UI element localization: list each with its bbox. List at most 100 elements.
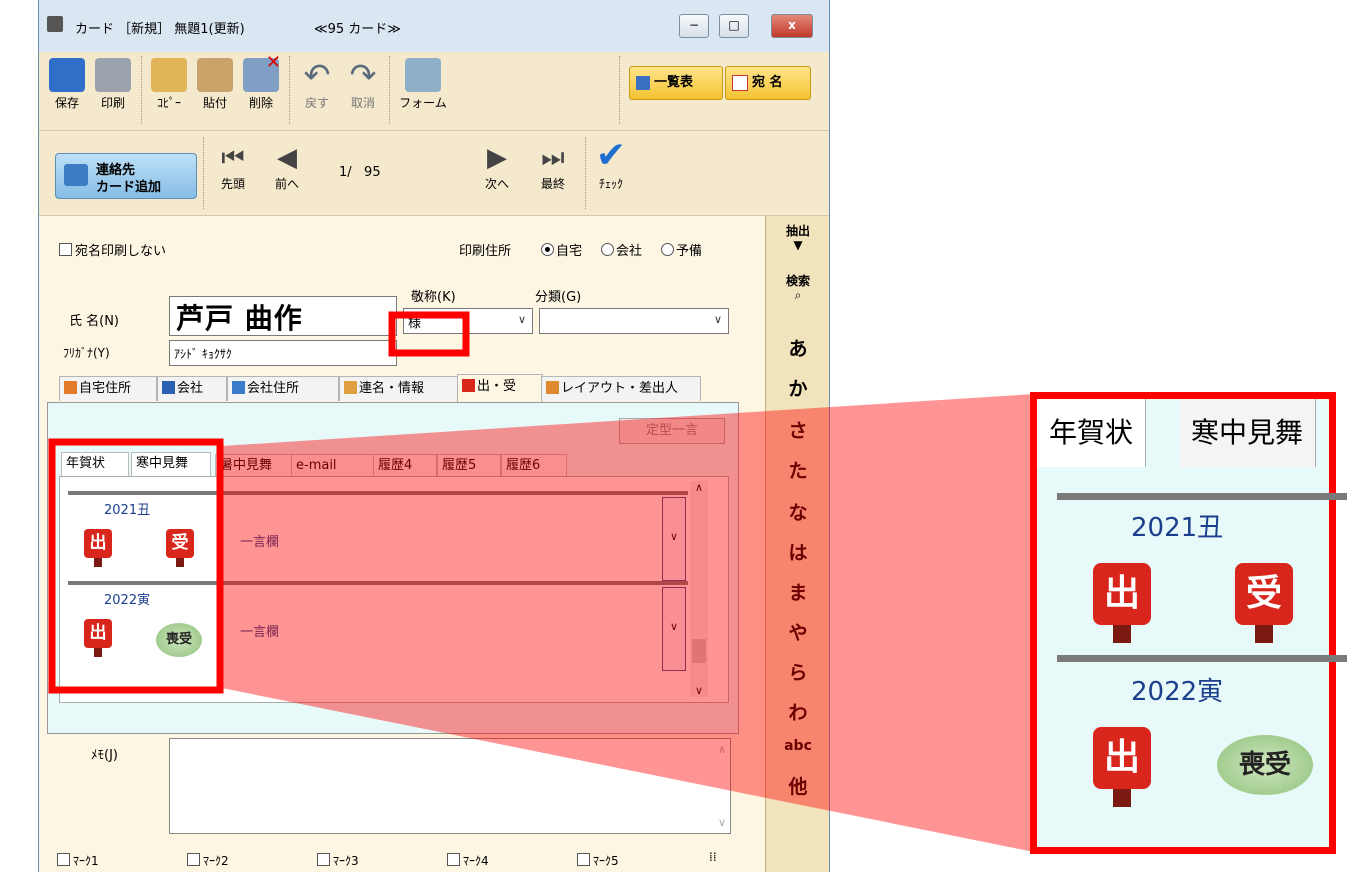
toolbar-separator (289, 56, 290, 124)
print-button[interactable]: 印刷 (91, 56, 135, 126)
add-contact-card-button[interactable]: 連絡先 カード追加 (55, 153, 197, 199)
mark-label: ﾏｰｸ3 (333, 854, 359, 868)
kana-ma[interactable]: ま (766, 578, 829, 605)
no-print-label: 宛名印刷しない (75, 244, 167, 259)
tab-layout-sender[interactable]: レイアウト・差出人 (541, 376, 701, 401)
furigana-field[interactable]: ｱｼﾄﾞ ｷｮｸｻｸ (169, 340, 397, 366)
note-field[interactable]: 一言欄 (240, 621, 279, 640)
subtab-winter-greeting[interactable]: 寒中見舞 (131, 452, 211, 478)
mark-label: ﾏｰｸ1 (73, 854, 99, 868)
postbox-stand (176, 558, 184, 567)
mark-3-checkbox[interactable]: ﾏｰｸ3 (317, 852, 359, 869)
undo-label: 戻す (304, 96, 329, 110)
subtab-history-6[interactable]: 履歴6 (501, 454, 567, 477)
delete-button[interactable]: ✕ 削除 (239, 52, 283, 126)
subtab-history-4[interactable]: 履歴4 (373, 454, 437, 477)
maximize-button[interactable]: □ (719, 14, 749, 38)
template-phrase-button[interactable]: 定型一言 (619, 418, 725, 444)
mark-4-checkbox[interactable]: ﾏｰｸ4 (447, 852, 489, 869)
tab-joint-info[interactable]: 連名・情報 (339, 376, 459, 401)
mourning-received-icon[interactable]: 喪受 (156, 623, 202, 657)
address-view-button[interactable]: 宛 名 (725, 66, 811, 100)
subtab-email[interactable]: e-mail (291, 454, 375, 477)
kana-ha[interactable]: は (766, 538, 829, 565)
close-button[interactable]: x (771, 14, 813, 38)
save-button[interactable]: 保存 (45, 56, 89, 126)
honorific-select[interactable]: 様 ∨ (403, 308, 533, 334)
kana-na[interactable]: な (766, 498, 829, 525)
tab-company[interactable]: 会社 (157, 376, 227, 401)
zoom-row-separator (1057, 493, 1347, 500)
memo-field[interactable]: ∧ ∨ (169, 738, 731, 834)
check-button[interactable]: ✔ ﾁｪｯｸ (589, 137, 633, 192)
kana-ya[interactable]: や (766, 618, 829, 645)
paste-button[interactable]: 貼付 (193, 56, 237, 126)
toolbar-separator (203, 137, 204, 209)
close-icon: x (788, 18, 796, 32)
furigana-value: ｱｼﾄﾞ ｷｮｸｻｸ (174, 347, 232, 361)
kana-wa[interactable]: わ (766, 698, 829, 725)
note-field[interactable]: 一言欄 (240, 531, 279, 550)
cancel-button[interactable]: ↷ 取消 (341, 56, 385, 126)
filter-button[interactable]: 抽出 ▼ (766, 222, 829, 251)
name-field[interactable]: 芦戸 曲作 (169, 296, 397, 336)
kana-ka[interactable]: か (766, 374, 829, 401)
sent-postbox[interactable]: 出 (84, 529, 112, 567)
furigana-label: ﾌﾘｶﾞﾅ(Y) (63, 346, 110, 360)
search-button[interactable]: 検索 ⌕ (766, 272, 829, 301)
next-record-button[interactable]: ▶ 次へ (475, 141, 519, 192)
check-label: ﾁｪｯｸ (598, 177, 623, 191)
radio-company[interactable]: 会社 (601, 240, 642, 259)
no-print-checkbox[interactable]: 宛名印刷しない (59, 240, 166, 259)
zoom-year: 2021丑 (1131, 513, 1224, 543)
subtab-summer-greeting[interactable]: 暑中見舞 (215, 454, 297, 477)
add-card-icon (64, 164, 88, 186)
tab-company-address[interactable]: 会社住所 (227, 376, 339, 401)
kana-ra[interactable]: ら (766, 658, 829, 685)
copy-icon (151, 58, 187, 92)
zoom-tab-winter-greeting: 寒中見舞 (1179, 399, 1317, 467)
subtab-new-year[interactable]: 年賀状 (61, 452, 129, 478)
copy-button[interactable]: ｺﾋﾟｰ (147, 56, 191, 126)
previous-record-button[interactable]: ◀ 前へ (265, 141, 309, 192)
chevron-down-icon: ∨ (669, 530, 679, 543)
mark-5-checkbox[interactable]: ﾏｰｸ5 (577, 852, 619, 869)
last-record-button[interactable]: ⏭ 最終 (531, 141, 575, 192)
kana-abc[interactable]: abc (766, 738, 829, 754)
history-year: 2021丑 (104, 503, 151, 518)
list-view-button[interactable]: 一覧表 (629, 66, 723, 100)
note-dropdown[interactable]: ∨ (662, 587, 686, 671)
mark-2-checkbox[interactable]: ﾏｰｸ2 (187, 852, 229, 869)
radio-spare[interactable]: 予備 (661, 240, 702, 259)
category-select[interactable]: ∨ (539, 308, 729, 334)
sent-postbox[interactable]: 出 (84, 619, 112, 657)
radio-home[interactable]: 自宅 (541, 240, 582, 259)
first-record-button[interactable]: ⏮ 先頭 (211, 141, 255, 192)
form-button[interactable]: フォーム (393, 56, 453, 126)
zoom-sent-postbox-icon: 出 (1093, 727, 1151, 789)
tab-home-address[interactable]: 自宅住所 (59, 376, 157, 401)
mark-1-checkbox[interactable]: ﾏｰｸ1 (57, 852, 99, 869)
received-postbox[interactable]: 受 (166, 529, 194, 567)
card-window-icon (47, 16, 63, 32)
history-scrollbar[interactable]: ∧ ∨ (690, 481, 708, 697)
kana-ta[interactable]: た (766, 456, 829, 483)
undo-button[interactable]: ↶ 戻す (295, 56, 339, 126)
checkbox-box (577, 853, 590, 866)
honorific-value: 様 (408, 316, 422, 331)
bar-chart-icon (546, 381, 559, 394)
minimize-button[interactable]: − (679, 14, 709, 38)
cancel-label: 取消 (350, 96, 375, 110)
history-list: 2021丑 出 受 一言欄 ∨ 2022寅 出 喪受 一言欄 ∨ ∧ ∨ (59, 476, 729, 703)
scroll-thumb[interactable] (692, 639, 706, 663)
tab-sent-received[interactable]: 出・受 (457, 374, 543, 402)
save-label: 保存 (54, 96, 79, 110)
kana-a[interactable]: あ (766, 334, 829, 361)
kana-other[interactable]: 他 (766, 772, 829, 799)
subtab-history-5[interactable]: 履歴5 (437, 454, 501, 477)
zoom-year: 2022寅 (1131, 677, 1224, 707)
tab-label: 連名・情報 (359, 381, 425, 396)
kana-sa[interactable]: さ (766, 416, 829, 443)
note-dropdown[interactable]: ∨ (662, 497, 686, 581)
scroll-down-icon: ∨ (694, 684, 704, 697)
